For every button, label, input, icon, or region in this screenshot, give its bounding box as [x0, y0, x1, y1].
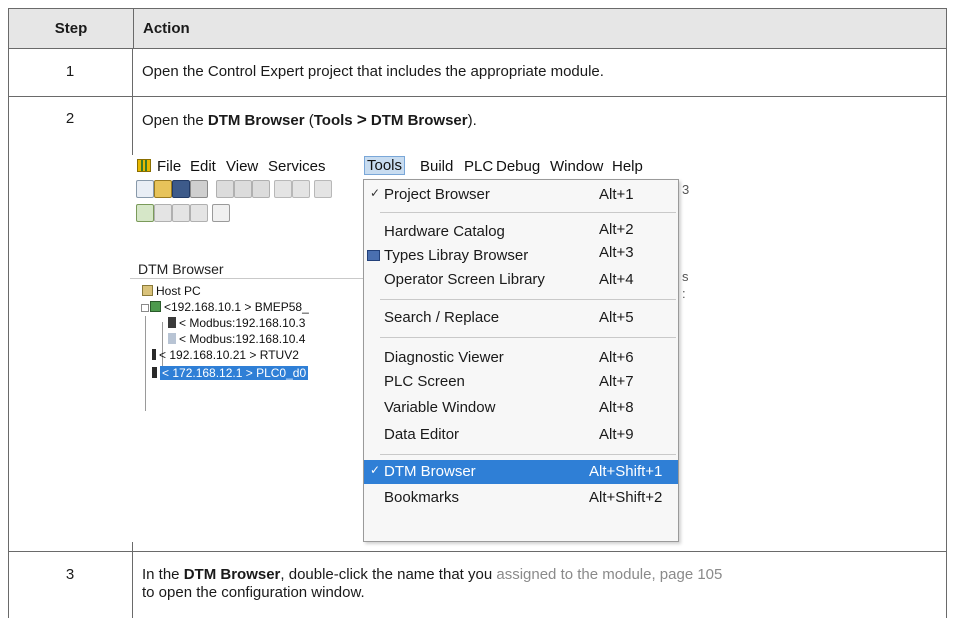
menu-item-search-replace[interactable]: Search / Replace Alt+5: [364, 306, 678, 330]
menu-item-operator-screen-library[interactable]: Operator Screen Library Alt+4: [364, 268, 678, 292]
tree-node-rtuv2[interactable]: < 192.168.10.21 > RTUV2: [152, 348, 299, 362]
menu-separator: [380, 212, 676, 213]
table-header: Step Action: [8, 8, 947, 49]
dtm-tree: Host PC <192.168.10.1 > BMEP58_ < Modbus…: [138, 282, 370, 542]
row-divider: [8, 551, 947, 552]
library-icon: [367, 250, 380, 261]
menu-debug[interactable]: Debug: [496, 158, 540, 175]
panel-divider: [130, 278, 370, 279]
text: ).: [467, 112, 477, 129]
step-number: 1: [65, 63, 75, 80]
menu-plc[interactable]: PLC: [464, 158, 493, 175]
tree-node-plc0[interactable]: < 172.168.12.1 > PLC0_d0: [152, 366, 309, 380]
menu-separator: [380, 299, 676, 300]
paste-icon[interactable]: [252, 180, 270, 198]
text: (: [304, 112, 314, 129]
header-step: Step: [9, 9, 134, 48]
bold-term: Tools: [313, 112, 353, 129]
panel-edge-fragment: s: [682, 269, 689, 284]
cpu-module-icon: [150, 301, 161, 312]
modbus-device-icon: [168, 333, 176, 344]
step-number: 3: [65, 566, 75, 583]
toolbar-edge-fragment: 3: [682, 182, 690, 197]
cut-icon[interactable]: [234, 180, 252, 198]
app-icon: [137, 159, 151, 172]
toolbar-icon[interactable]: [314, 180, 332, 198]
step-number: 2: [65, 110, 75, 127]
menu-item-data-editor[interactable]: Data Editor Alt+9: [364, 423, 678, 447]
new-file-icon[interactable]: [136, 180, 154, 198]
menu-item-types-library-browser[interactable]: Types Libray Browser Alt+3: [364, 244, 678, 268]
check-icon: ✓: [370, 463, 381, 477]
step-action-text: Open the DTM Browser (Tools > DTM Browse…: [142, 110, 477, 130]
undo-icon[interactable]: [274, 180, 292, 198]
check-icon: ✓: [370, 186, 381, 200]
menu-item-bookmarks[interactable]: Bookmarks Alt+Shift+2: [364, 486, 678, 510]
menu-tools[interactable]: Tools: [364, 156, 406, 175]
hierarchy-icon[interactable]: [154, 204, 172, 222]
menu-bar: File Edit View Services Tools Build PLC …: [130, 155, 690, 177]
plc-device-icon: [152, 367, 157, 378]
redo-icon[interactable]: [292, 180, 310, 198]
menu-window[interactable]: Window: [550, 158, 603, 175]
menu-item-project-browser[interactable]: ✓ Project Browser Alt+1: [364, 183, 678, 207]
menu-item-variable-window[interactable]: Variable Window Alt+8: [364, 396, 678, 420]
menu-view[interactable]: View: [226, 158, 258, 175]
bold-term: DTM Browser: [183, 566, 281, 583]
menu-services[interactable]: Services: [268, 158, 326, 175]
grid-icon[interactable]: [172, 204, 190, 222]
menu-file[interactable]: File: [157, 158, 181, 175]
step-action-text: In the DTM Browser, double-click the nam…: [142, 566, 932, 602]
menu-help[interactable]: Help: [612, 158, 643, 175]
tree-node-host-pc[interactable]: Host PC: [142, 284, 201, 298]
tree-view-icon[interactable]: [136, 204, 154, 222]
text: to open the configuration window.: [142, 584, 365, 601]
copy-icon[interactable]: [216, 180, 234, 198]
menu-build[interactable]: Build: [420, 158, 453, 175]
bold-term: DTM Browser: [370, 112, 468, 129]
modbus-device-icon: [168, 317, 176, 328]
menu-separator: [380, 337, 676, 338]
open-folder-icon[interactable]: [154, 180, 172, 198]
step-action-text: Open the Control Expert project that inc…: [142, 63, 604, 80]
menu-item-diagnostic-viewer[interactable]: Diagnostic Viewer Alt+6: [364, 346, 678, 370]
panel-edge-fragment: :: [682, 286, 686, 301]
menu-item-dtm-browser[interactable]: ✓ DTM Browser Alt+Shift+1: [364, 460, 678, 484]
tree-node-modbus-3[interactable]: < Modbus:192.168.10.3: [168, 316, 305, 330]
embedded-screenshot: File Edit View Services Tools Build PLC …: [130, 155, 690, 542]
zoom-icon[interactable]: [212, 204, 230, 222]
host-pc-icon: [142, 285, 153, 296]
row-divider: [8, 96, 947, 97]
tree-node-modbus-4[interactable]: < Modbus:192.168.10.4: [168, 332, 305, 346]
text: Open the: [142, 112, 208, 129]
table-right-border: [946, 48, 947, 618]
tree-node-bmep58[interactable]: <192.168.10.1 > BMEP58_: [141, 300, 309, 314]
bold-term: DTM Browser: [207, 112, 305, 129]
rtu-device-icon: [152, 349, 156, 360]
text: In the: [142, 566, 184, 583]
menu-separator: [380, 454, 676, 455]
expand-toggle-icon[interactable]: [141, 304, 149, 312]
tools-menu-dropdown: ✓ Project Browser Alt+1 Hardware Catalog…: [363, 179, 679, 542]
table-left-border: [8, 48, 9, 618]
tree-connector: [145, 316, 146, 411]
text: , double-click the name that you: [280, 566, 497, 583]
menu-edit[interactable]: Edit: [190, 158, 216, 175]
header-action: Action: [143, 20, 190, 37]
collapse-icon[interactable]: [190, 204, 208, 222]
menu-item-plc-screen[interactable]: PLC Screen Alt+7: [364, 370, 678, 394]
print-icon[interactable]: [190, 180, 208, 198]
save-icon[interactable]: [172, 180, 190, 198]
menu-item-hardware-catalog[interactable]: Hardware Catalog Alt+2: [364, 220, 678, 244]
browser-toolbar: [130, 204, 370, 226]
page-reference-link[interactable]: assigned to the module, page 105: [496, 566, 722, 583]
menu-path-arrow: >: [356, 110, 367, 129]
dtm-browser-panel-title: DTM Browser: [138, 261, 224, 277]
